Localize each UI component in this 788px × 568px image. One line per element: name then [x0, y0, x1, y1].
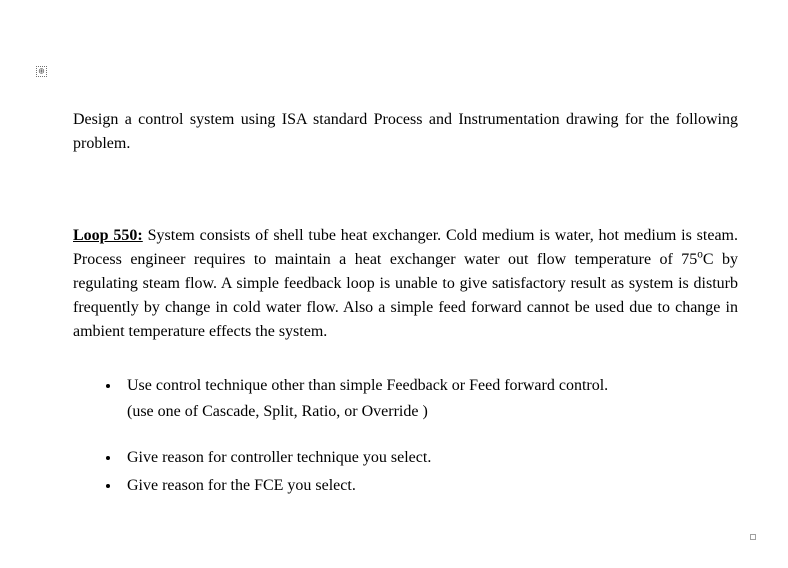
- loop-paragraph: Loop 550: System consists of shell tube …: [73, 224, 738, 344]
- object-anchor-icon: ⊕: [36, 66, 47, 77]
- document-page: ⊕ Design a control system using ISA stan…: [0, 0, 788, 568]
- bullet-text: Give reason for the FCE you select.: [127, 477, 356, 494]
- anchor-glyph: ⊕: [38, 67, 45, 75]
- body-content: Design a control system using ISA standa…: [73, 108, 738, 502]
- list-item: Give reason for the FCE you select.: [121, 474, 738, 498]
- bullet-text: Use control technique other than simple …: [127, 377, 608, 394]
- loop-body-1: System consists of shell tube heat excha…: [73, 227, 738, 268]
- intro-text: Design a control system using ISA standa…: [73, 111, 738, 152]
- list-item: Give reason for controller technique you…: [121, 446, 738, 470]
- end-of-section-mark: [750, 534, 756, 540]
- bullet-text: Give reason for controller technique you…: [127, 449, 431, 466]
- intro-paragraph: Design a control system using ISA standa…: [73, 108, 738, 156]
- bullet-subtext: (use one of Cascade, Split, Ratio, or Ov…: [127, 400, 738, 424]
- loop-heading: Loop 550:: [73, 227, 143, 244]
- bullet-list: Use control technique other than simple …: [73, 374, 738, 498]
- spacer: [73, 180, 738, 224]
- list-item: Use control technique other than simple …: [121, 374, 738, 424]
